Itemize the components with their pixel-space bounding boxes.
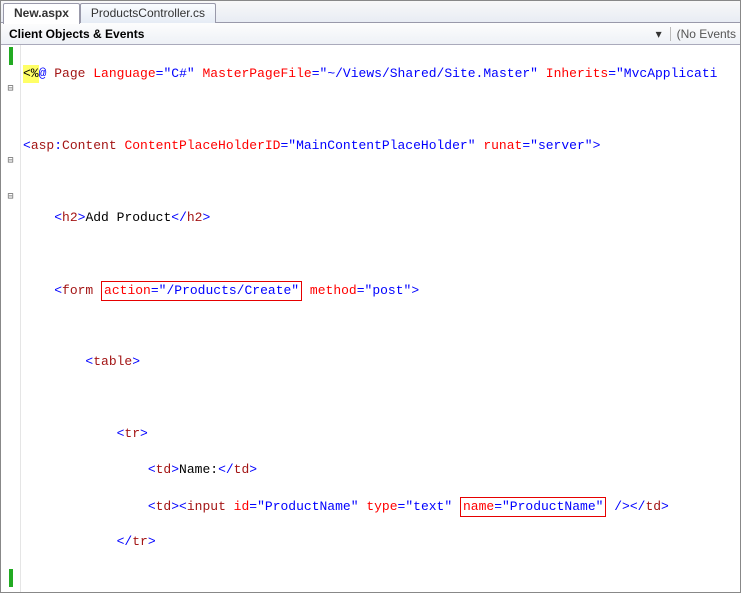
tab-bar: New.aspx ProductsController.cs — [1, 1, 740, 23]
code-text: ContentPlaceHolderID — [117, 138, 281, 153]
code-text: > — [171, 499, 179, 514]
code-text: = — [151, 283, 159, 298]
code-text: id — [226, 499, 249, 514]
outline-marker[interactable] — [1, 569, 20, 587]
code-text: h2 — [62, 210, 78, 225]
code-text: "ProductName" — [257, 499, 358, 514]
code-text: > — [202, 210, 210, 225]
code-text: > — [249, 462, 257, 477]
code-text: "ProductName" — [502, 499, 603, 514]
code-text: "server" — [530, 138, 592, 153]
code-text: </ — [218, 462, 234, 477]
collapse-icon[interactable]: ⊟ — [1, 155, 20, 173]
code-text: > — [132, 354, 140, 369]
code-text: td — [234, 462, 250, 477]
code-text: Inherits — [538, 66, 608, 81]
code-text: "~/Views/Shared/Site.Master" — [320, 66, 538, 81]
code-text: runat — [476, 138, 523, 153]
code-text: form — [62, 283, 93, 298]
code-text: <% — [23, 66, 39, 81]
code-text: type — [359, 499, 398, 514]
tab-new-aspx[interactable]: New.aspx — [3, 3, 80, 24]
code-text: </ — [171, 210, 187, 225]
code-text: "text" — [405, 499, 452, 514]
code-text: tr — [124, 426, 140, 441]
code-text: = — [608, 66, 616, 81]
code-text: td — [156, 462, 172, 477]
event-dropdown[interactable]: (No Events — [670, 27, 736, 41]
code-text: /></ — [606, 499, 645, 514]
code-text: td — [645, 499, 661, 514]
code-text: > — [661, 499, 669, 514]
code-text: < — [23, 499, 156, 514]
outline-marker[interactable] — [1, 47, 20, 65]
code-text: asp — [31, 138, 54, 153]
highlight-box: name="ProductName" — [460, 497, 606, 517]
code-text: tr — [132, 534, 148, 549]
collapse-icon[interactable]: ⊟ — [1, 83, 20, 101]
code-text: < — [23, 354, 93, 369]
outline-gutter: ⊟ ⊟ ⊟ — [1, 45, 21, 592]
object-dropdown[interactable]: Client Objects & Events — [5, 27, 652, 41]
chevron-down-icon[interactable]: ▾ — [652, 27, 666, 41]
code-text: </ — [23, 534, 132, 549]
code-text: > — [171, 462, 179, 477]
code-text: Content — [62, 138, 117, 153]
code-text — [93, 283, 101, 298]
code-text: input — [187, 499, 226, 514]
code-text: MasterPageFile — [195, 66, 312, 81]
code-text: < — [179, 499, 187, 514]
code-text: table — [93, 354, 132, 369]
code-text: > — [148, 534, 156, 549]
code-area[interactable]: <%@ Page Language="C#" MasterPageFile="~… — [21, 45, 740, 592]
code-text: > — [411, 283, 419, 298]
code-text: > — [140, 426, 148, 441]
code-text: = — [312, 66, 320, 81]
code-text: < — [23, 210, 62, 225]
code-text: Add Product — [85, 210, 171, 225]
code-text: "MvcApplicati — [616, 66, 717, 81]
code-text: < — [23, 138, 31, 153]
code-text: method — [302, 283, 357, 298]
code-text: "C#" — [163, 66, 194, 81]
code-text: Page — [46, 66, 85, 81]
code-text: Name: — [179, 462, 218, 477]
code-text: h2 — [187, 210, 203, 225]
collapse-icon[interactable]: ⊟ — [1, 191, 20, 209]
code-text: < — [23, 462, 156, 477]
code-text: = — [522, 138, 530, 153]
code-text: name — [463, 499, 494, 514]
code-text: Language — [85, 66, 155, 81]
code-text: "post" — [365, 283, 412, 298]
highlight-box: action="/Products/Create" — [101, 281, 302, 301]
code-editor[interactable]: ⊟ ⊟ ⊟ <%@ Page Language="C#" MasterPageF… — [1, 45, 740, 592]
code-text: < — [23, 283, 62, 298]
code-text: td — [156, 499, 172, 514]
code-text: action — [104, 283, 151, 298]
code-text: > — [593, 138, 601, 153]
code-text: "/Products/Create" — [159, 283, 299, 298]
code-text: = — [494, 499, 502, 514]
code-text: = — [357, 283, 365, 298]
code-text: = — [249, 499, 257, 514]
tab-products-controller[interactable]: ProductsController.cs — [80, 3, 216, 23]
code-text: < — [23, 426, 124, 441]
code-text: : — [54, 138, 62, 153]
navigation-bar: Client Objects & Events ▾ (No Events — [1, 23, 740, 45]
code-text: "MainContentPlaceHolder" — [288, 138, 475, 153]
